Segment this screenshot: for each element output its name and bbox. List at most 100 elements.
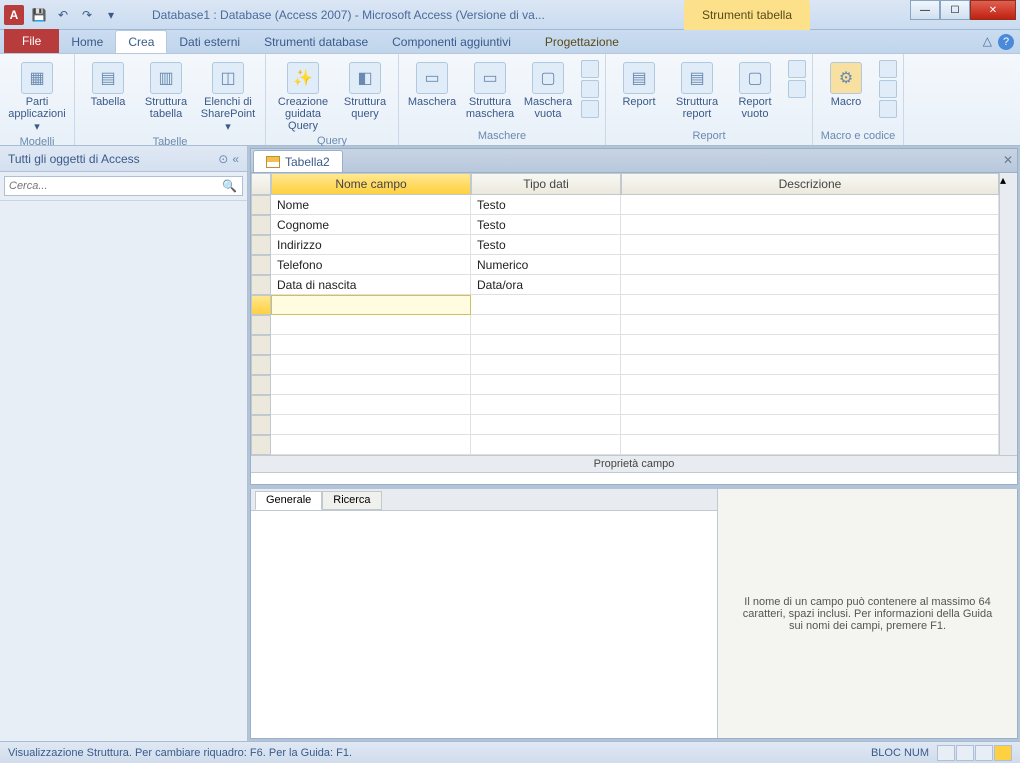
report-vuoto-button[interactable]: ▢Report vuoto (728, 60, 782, 122)
row-selector[interactable] (251, 295, 271, 315)
table-row[interactable]: Data di nascitaData/ora (251, 275, 1017, 295)
scrollbar-track[interactable] (999, 215, 1017, 235)
cell-type[interactable] (471, 315, 621, 335)
tab-ricerca[interactable]: Ricerca (322, 491, 381, 510)
scroll-up-icon[interactable]: ▴ (999, 173, 1017, 195)
cell-type[interactable] (471, 335, 621, 355)
maximize-button[interactable]: ☐ (940, 0, 970, 20)
report-button[interactable]: ▤Report (612, 60, 666, 110)
cell-name[interactable] (271, 435, 471, 455)
cell-type[interactable] (471, 435, 621, 455)
cell-type[interactable] (471, 355, 621, 375)
cell-name[interactable] (271, 295, 471, 315)
cell-name[interactable]: Telefono (271, 255, 471, 275)
row-selector[interactable] (251, 355, 271, 375)
table-row[interactable] (251, 315, 1017, 335)
table-row[interactable] (251, 335, 1017, 355)
macro-button[interactable]: ⚙Macro (819, 60, 873, 110)
cell-type[interactable]: Data/ora (471, 275, 621, 295)
cell-type[interactable] (471, 295, 621, 315)
table-row[interactable] (251, 415, 1017, 435)
table-row[interactable]: CognomeTesto (251, 215, 1017, 235)
report-wizard-icon[interactable] (788, 60, 806, 78)
scrollbar-track[interactable] (999, 375, 1017, 395)
close-button[interactable]: ✕ (970, 0, 1016, 20)
cell-type[interactable]: Numerico (471, 255, 621, 275)
nav-header[interactable]: Tutti gli oggetti di Access ⊙ « (0, 146, 247, 172)
nav-collapse-icon[interactable]: « (232, 152, 239, 166)
cell-desc[interactable] (621, 255, 999, 275)
table-row[interactable] (251, 395, 1017, 415)
close-tab-icon[interactable]: ✕ (1003, 153, 1013, 167)
row-selector[interactable] (251, 275, 271, 295)
cell-name[interactable] (271, 415, 471, 435)
parti-applicazioni-button[interactable]: ▦Parti applicazioni▾ (6, 60, 68, 135)
qat-customize-icon[interactable]: ▾ (100, 4, 122, 26)
redo-icon[interactable]: ↷ (76, 4, 98, 26)
cell-desc[interactable] (621, 215, 999, 235)
minimize-button[interactable]: — (910, 0, 940, 20)
row-selector[interactable] (251, 315, 271, 335)
file-tab[interactable]: File (4, 29, 59, 53)
cell-desc[interactable] (621, 275, 999, 295)
row-selector[interactable] (251, 335, 271, 355)
help-icon[interactable]: ? (998, 34, 1014, 50)
table-row[interactable]: TelefonoNumerico (251, 255, 1017, 275)
cell-desc[interactable] (621, 435, 999, 455)
table-row[interactable] (251, 435, 1017, 455)
cell-name[interactable]: Nome (271, 195, 471, 215)
cell-name[interactable] (271, 335, 471, 355)
labels-icon[interactable] (788, 80, 806, 98)
cell-name[interactable] (271, 395, 471, 415)
cell-type[interactable]: Testo (471, 195, 621, 215)
cell-name[interactable]: Data di nascita (271, 275, 471, 295)
cell-desc[interactable] (621, 335, 999, 355)
tab-componenti[interactable]: Componenti aggiuntivi (380, 30, 523, 53)
scrollbar-track[interactable] (999, 355, 1017, 375)
row-selector[interactable] (251, 235, 271, 255)
minimize-ribbon-icon[interactable]: △ (983, 34, 992, 50)
cell-name[interactable]: Indirizzo (271, 235, 471, 255)
table-row[interactable] (251, 375, 1017, 395)
scrollbar-track[interactable] (999, 295, 1017, 315)
select-all-header[interactable] (251, 173, 271, 195)
cell-name[interactable] (271, 375, 471, 395)
cell-name[interactable] (271, 355, 471, 375)
cell-desc[interactable] (621, 415, 999, 435)
row-selector[interactable] (251, 255, 271, 275)
datasheet-view-button[interactable] (937, 745, 955, 761)
design-view-button[interactable] (994, 745, 1012, 761)
struttura-query-button[interactable]: ◧Struttura query (338, 60, 392, 122)
scrollbar-track[interactable] (999, 435, 1017, 455)
tab-progettazione[interactable]: Progettazione (533, 30, 631, 53)
cell-desc[interactable] (621, 355, 999, 375)
visual-basic-icon[interactable] (879, 100, 897, 118)
tab-strumenti-database[interactable]: Strumenti database (252, 30, 380, 53)
col-descrizione[interactable]: Descrizione (621, 173, 999, 195)
undo-icon[interactable]: ↶ (52, 4, 74, 26)
cell-desc[interactable] (621, 195, 999, 215)
tabella-button[interactable]: ▤Tabella (81, 60, 135, 110)
row-selector[interactable] (251, 435, 271, 455)
creazione-query-button[interactable]: ✨Creazione guidata Query (272, 60, 334, 134)
cell-desc[interactable] (621, 235, 999, 255)
struttura-report-button[interactable]: ▤Struttura report (670, 60, 724, 122)
table-row[interactable] (251, 355, 1017, 375)
table-row[interactable]: NomeTesto (251, 195, 1017, 215)
row-selector[interactable] (251, 415, 271, 435)
property-body[interactable] (251, 511, 717, 738)
cell-type[interactable] (471, 375, 621, 395)
search-input[interactable] (4, 176, 243, 196)
doc-tab-tabella2[interactable]: Tabella2 (253, 150, 343, 172)
cell-name[interactable]: Cognome (271, 215, 471, 235)
cell-desc[interactable] (621, 315, 999, 335)
cell-type[interactable]: Testo (471, 215, 621, 235)
more-forms-icon[interactable] (581, 100, 599, 118)
chart-view-button[interactable] (975, 745, 993, 761)
cell-type[interactable] (471, 415, 621, 435)
scrollbar-track[interactable] (999, 275, 1017, 295)
maschera-vuota-button[interactable]: ▢Maschera vuota (521, 60, 575, 122)
cell-name[interactable] (271, 315, 471, 335)
class-module-icon[interactable] (879, 80, 897, 98)
maschera-button[interactable]: ▭Maschera (405, 60, 459, 110)
